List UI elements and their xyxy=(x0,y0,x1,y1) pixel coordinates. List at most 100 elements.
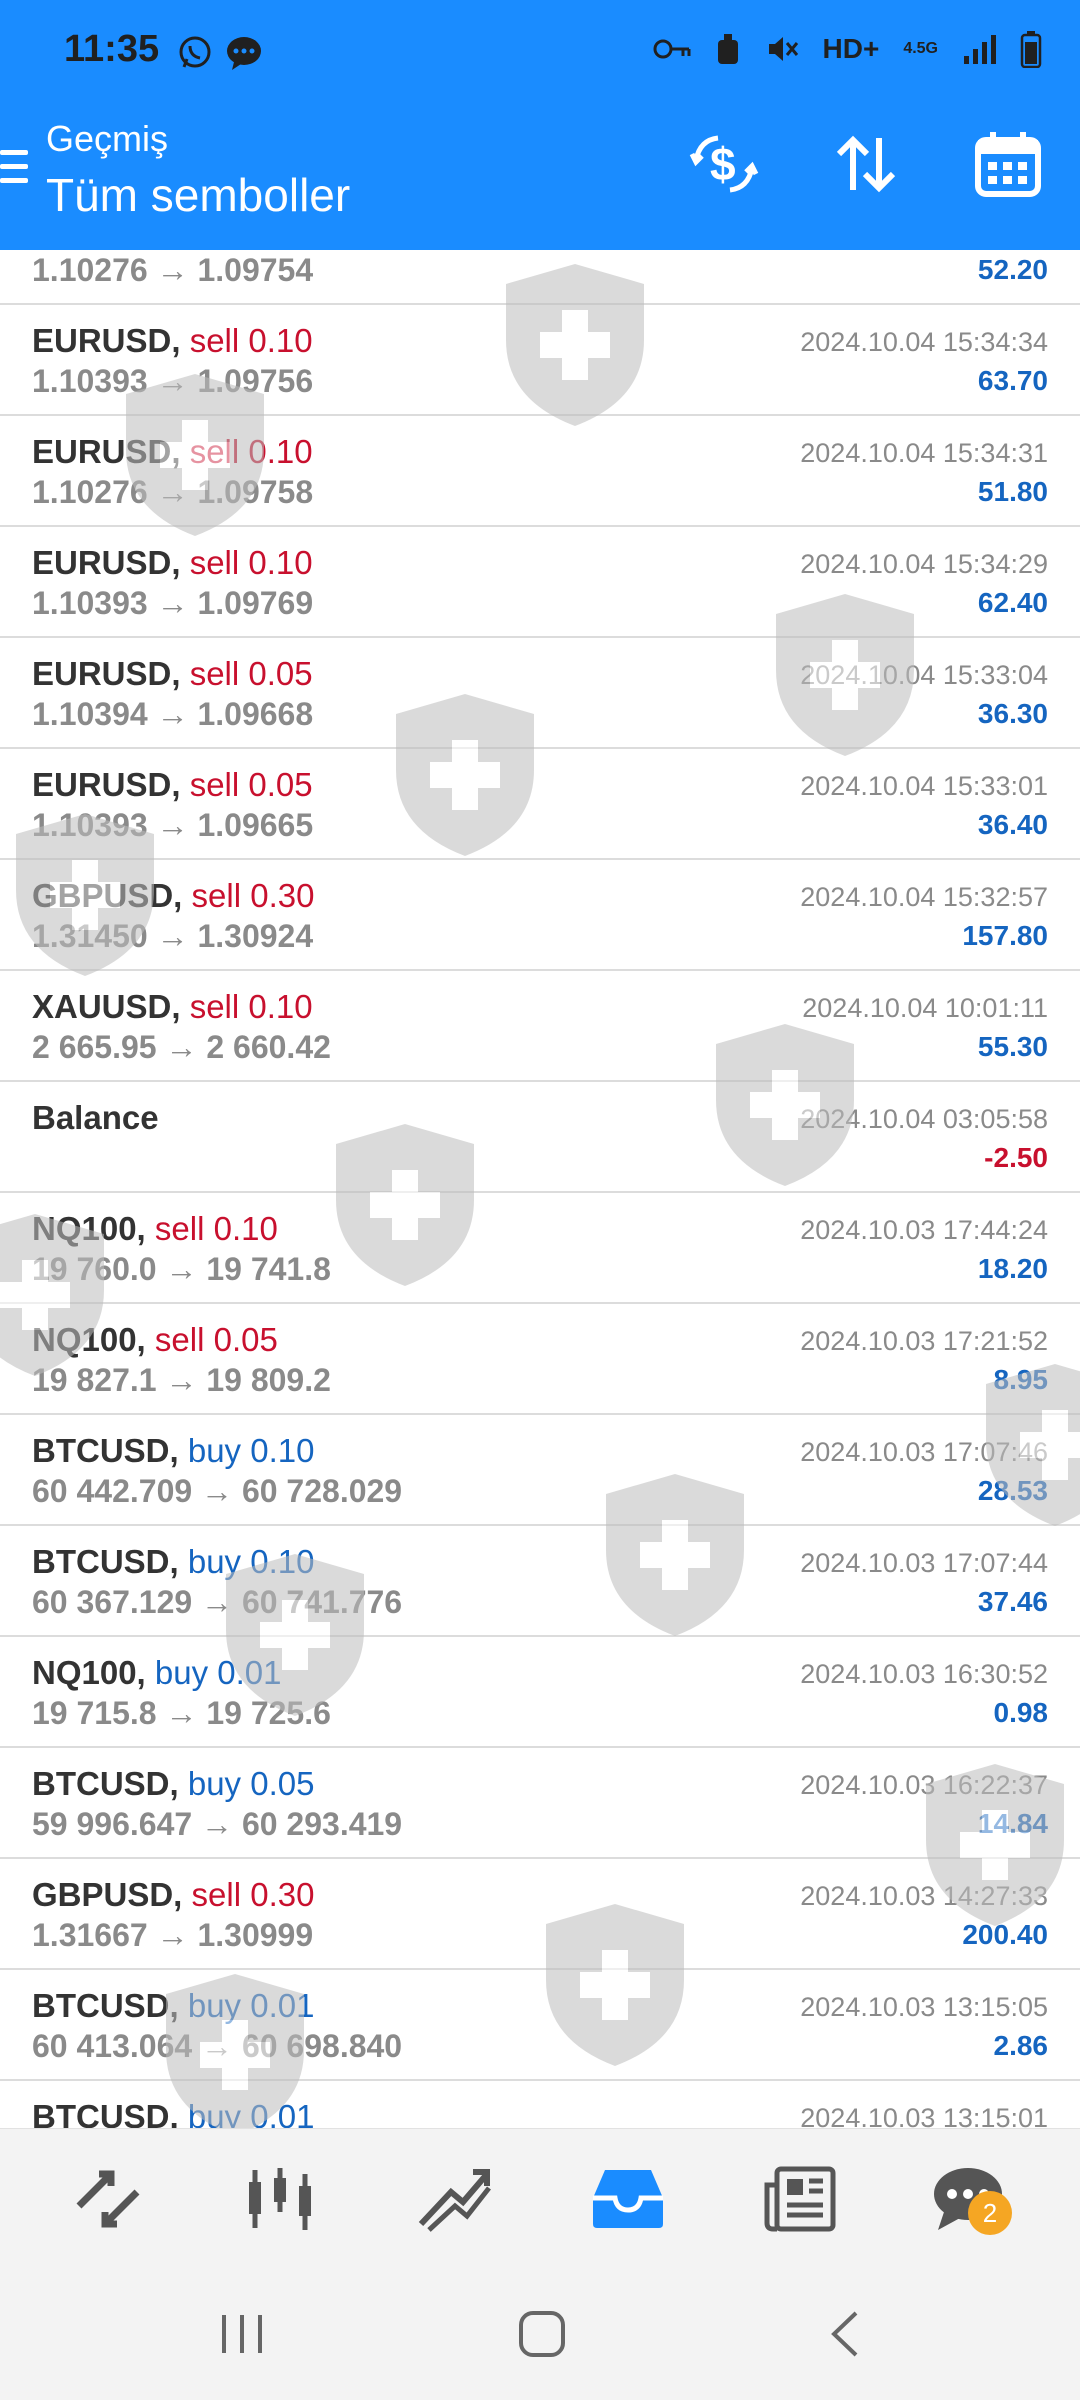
whatsapp-icon xyxy=(179,36,211,68)
row-symbol-label: GBPUSD, xyxy=(32,1876,183,1913)
row-side-volume: sell 0.30 xyxy=(191,877,315,914)
row-symbol-label: XAUUSD, xyxy=(32,988,181,1025)
status-icons: HD+ 4.5G xyxy=(653,30,1042,68)
history-row[interactable]: EURUSD, sell 0.10 1.10393 → 1.09769 2024.1… xyxy=(0,527,1080,638)
history-icon[interactable] xyxy=(588,2159,668,2239)
history-row[interactable]: EURUSD, sell 0.10 1.10276 → 1.09758 2024.1… xyxy=(0,416,1080,527)
hd-voice-icon: HD+ xyxy=(822,33,880,64)
row-profit: 36.30 xyxy=(977,698,1048,729)
row-prices: 1.10393 → 1.09769 xyxy=(32,585,314,621)
row-profit: 55.30 xyxy=(977,1031,1048,1062)
row-time: 2024.10.04 15:34:29 xyxy=(800,549,1048,579)
row-symbol: Balance xyxy=(32,1099,159,1137)
bottom-navigation: 2 xyxy=(0,2128,1080,2268)
row-time: 2024.10.03 16:22:37 xyxy=(800,1770,1048,1800)
svg-text:$: $ xyxy=(710,138,736,190)
row-profit: 63.70 xyxy=(977,365,1048,396)
row-time: 2024.10.03 14:27:33 xyxy=(800,1881,1048,1911)
history-row[interactable]: BTCUSD, buy 0.05 59 996.647 → 60 293.419 2… xyxy=(0,1748,1080,1859)
history-row[interactable]: NQ100, buy 0.01 19 715.8 → 19 725.6 2024.1… xyxy=(0,1637,1080,1748)
row-symbol-label: BTCUSD, xyxy=(32,1987,179,2024)
row-symbol: EURUSD, sell 0.10 xyxy=(32,322,313,360)
row-prices: 60 367.129 → 60 741.776 xyxy=(32,1584,403,1620)
row-symbol-label: BTCUSD, xyxy=(32,1432,179,1469)
history-row[interactable]: BTCUSD, buy 0.10 60 442.709 → 60 728.029 2… xyxy=(0,1415,1080,1526)
row-symbol-label: EURUSD, xyxy=(32,544,181,581)
row-prices: 1.31667 → 1.30999 xyxy=(32,1917,314,1953)
sort-icon[interactable] xyxy=(830,128,902,200)
row-symbol: BTCUSD, buy 0.05 xyxy=(32,1765,314,1803)
row-side-volume: sell 0.10 xyxy=(189,988,313,1025)
row-side-volume: buy 0.01 xyxy=(154,1654,282,1691)
row-profit: 157.80 xyxy=(962,920,1048,951)
history-list[interactable]: 1.10276 → 1.09754 52.20 EURUSD, sell 0.1… xyxy=(0,250,1080,2128)
4g-icon: 4.5G xyxy=(903,40,938,57)
trade-icon[interactable] xyxy=(414,2159,494,2239)
row-time: 2024.10.04 15:33:04 xyxy=(800,660,1048,690)
row-prices: 1.10394 → 1.09668 xyxy=(32,696,314,732)
history-row[interactable]: NQ100, sell 0.10 19 760.0 → 19 741.8 2024.… xyxy=(0,1193,1080,1304)
row-symbol: EURUSD, sell 0.10 xyxy=(32,433,313,471)
row-prices: 1.10276 → 1.09754 xyxy=(32,252,314,288)
calendar-icon[interactable] xyxy=(972,128,1044,200)
home-button[interactable] xyxy=(512,2308,572,2360)
row-side-volume: buy 0.10 xyxy=(187,1543,315,1580)
row-profit: 51.80 xyxy=(977,476,1048,507)
row-side-volume: sell 0.05 xyxy=(189,766,313,803)
menu-icon[interactable] xyxy=(0,150,28,190)
row-profit: 2.86 xyxy=(993,2030,1049,2061)
row-symbol-label: EURUSD, xyxy=(32,766,181,803)
history-row[interactable]: EURUSD, sell 0.05 1.10393 → 1.09665 2024.1… xyxy=(0,749,1080,860)
chart-icon[interactable] xyxy=(240,2159,320,2239)
news-icon[interactable] xyxy=(760,2159,840,2239)
row-profit: 0.98 xyxy=(993,1697,1049,1728)
row-time: 2024.10.04 15:33:01 xyxy=(800,771,1048,801)
row-symbol: BTCUSD, buy 0.01 xyxy=(32,1987,314,2025)
status-bar: 11:35 HD+ 4.5G xyxy=(0,0,1080,110)
row-side-volume: sell 0.05 xyxy=(154,1321,278,1358)
back-button[interactable] xyxy=(816,2308,876,2360)
row-prices: 2 665.95 → 2 660.42 xyxy=(32,1029,331,1065)
row-prices: 19 827.1 → 19 809.2 xyxy=(32,1362,331,1398)
row-side-volume: sell 0.10 xyxy=(189,544,313,581)
row-prices: 1.10393 → 1.09665 xyxy=(32,807,314,843)
system-navigation xyxy=(0,2268,1080,2400)
signal-icon xyxy=(964,35,996,64)
row-symbol-label: BTCUSD, xyxy=(32,1543,179,1580)
currency-exchange-icon[interactable]: $ xyxy=(688,128,760,200)
row-symbol-label: NQ100, xyxy=(32,1654,146,1691)
history-row[interactable]: GBPUSD, sell 0.30 1.31450 → 1.30924 2024.1… xyxy=(0,860,1080,971)
row-symbol-label: BTCUSD, xyxy=(32,1765,179,1802)
row-time: 2024.10.03 17:07:44 xyxy=(800,1548,1048,1578)
balance-row[interactable]: Balance 2024.10.04 03:05:58 -2.50 xyxy=(0,1082,1080,1193)
row-symbol-label: EURUSD, xyxy=(32,433,181,470)
row-side-volume: sell 0.10 xyxy=(189,322,313,359)
app-bar: 11:35 HD+ 4.5G Geçmiş Tüm semboller $ xyxy=(0,0,1080,250)
row-symbol: EURUSD, sell 0.10 xyxy=(32,544,313,582)
history-row[interactable]: BTCUSD, buy 0.01 2024.10.03 13:15:01 xyxy=(0,2081,1080,2128)
history-row[interactable]: EURUSD, sell 0.10 1.10393 → 1.09756 2024.1… xyxy=(0,305,1080,416)
row-time: 2024.10.03 17:44:24 xyxy=(800,1215,1048,1245)
history-row[interactable]: BTCUSD, buy 0.01 60 413.064 → 60 698.840 2… xyxy=(0,1970,1080,2081)
page-title[interactable]: Tüm semboller xyxy=(46,168,350,222)
history-row-partial[interactable]: 1.10276 → 1.09754 52.20 xyxy=(0,250,1080,305)
row-time: 2024.10.04 10:01:11 xyxy=(802,993,1048,1023)
row-side-volume: buy 0.10 xyxy=(187,1432,315,1469)
page-subtitle: Geçmiş xyxy=(46,118,169,159)
row-symbol: NQ100, sell 0.05 xyxy=(32,1321,278,1359)
history-row[interactable]: XAUUSD, sell 0.10 2 665.95 → 2 660.42 2024… xyxy=(0,971,1080,1082)
row-profit: 62.40 xyxy=(977,587,1048,618)
history-row[interactable]: EURUSD, sell 0.05 1.10394 → 1.09668 2024.1… xyxy=(0,638,1080,749)
battery-icon xyxy=(1020,31,1042,68)
history-row[interactable]: GBPUSD, sell 0.30 1.31667 → 1.30999 2024.1… xyxy=(0,1859,1080,1970)
row-symbol-label: BTCUSD, xyxy=(32,2098,179,2128)
row-profit: 200.40 xyxy=(962,1919,1048,1950)
chat-icon[interactable]: 2 xyxy=(918,2159,1018,2239)
row-prices: 19 715.8 → 19 725.6 xyxy=(32,1695,331,1731)
history-row[interactable]: BTCUSD, buy 0.10 60 367.129 → 60 741.776 2… xyxy=(0,1526,1080,1637)
messenger-icon xyxy=(227,37,261,70)
history-row[interactable]: NQ100, sell 0.05 19 827.1 → 19 809.2 2024.… xyxy=(0,1304,1080,1415)
recents-button[interactable] xyxy=(212,2308,272,2360)
quotes-icon[interactable] xyxy=(68,2159,148,2239)
row-symbol: EURUSD, sell 0.05 xyxy=(32,655,313,693)
